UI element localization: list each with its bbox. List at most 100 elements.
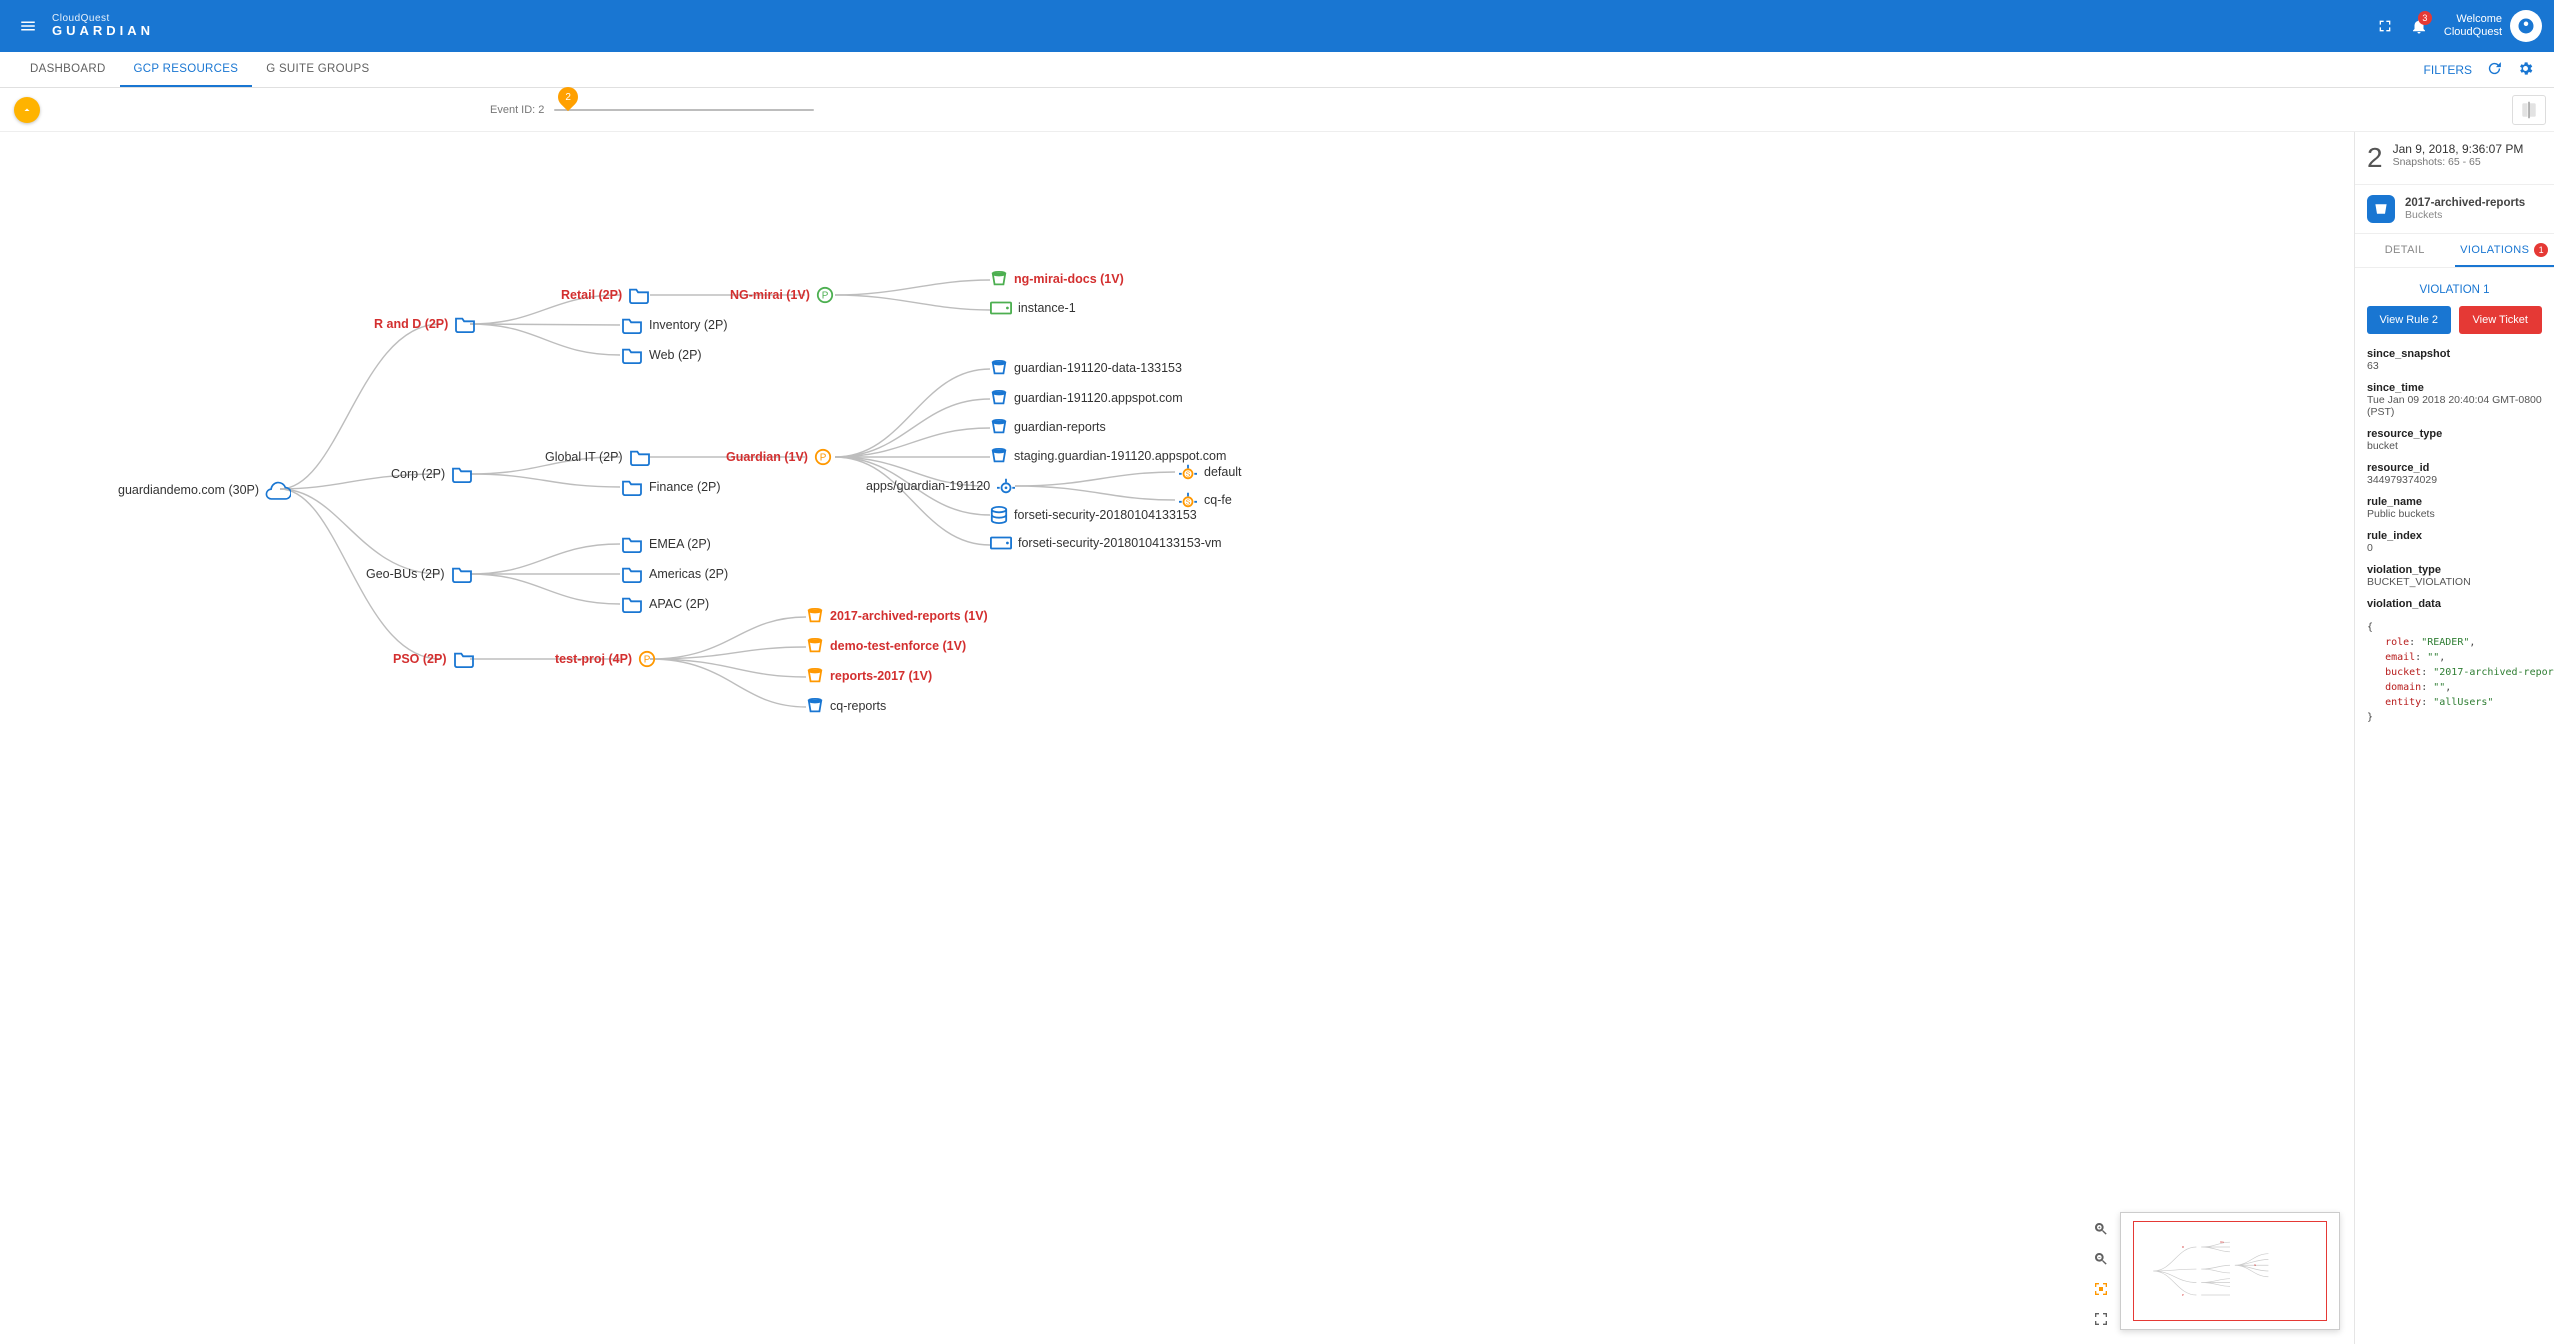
- node-guardian-reports[interactable]: guardian-reports: [990, 419, 1106, 435]
- node-cq-reports[interactable]: cq-reports: [806, 698, 886, 714]
- notifications-button[interactable]: 3: [2402, 9, 2436, 43]
- node-label: guardian-191120-data-133153: [1014, 361, 1182, 375]
- snapshot-count: 2: [2367, 142, 2383, 174]
- field-value: 344979374029: [2367, 474, 2542, 486]
- node-reports-2017[interactable]: reports-2017 (1V): [806, 668, 932, 684]
- field-value: Tue Jan 09 2018 20:40:04 GMT-0800 (PST): [2367, 394, 2542, 418]
- zoom-out-button[interactable]: [2090, 1248, 2112, 1270]
- node-service-cqfe[interactable]: S cq-fe: [1178, 491, 1232, 509]
- node-geo-bus[interactable]: Geo-BUs (2P): [366, 565, 473, 583]
- fullscreen-button[interactable]: [2368, 9, 2402, 43]
- menu-button[interactable]: [12, 10, 44, 42]
- refresh-button[interactable]: [2486, 60, 2503, 80]
- field-key: rule_index: [2367, 530, 2542, 542]
- compare-snapshot-button[interactable]: [2512, 95, 2546, 125]
- node-test-proj[interactable]: P test-proj (4P): [555, 650, 656, 668]
- node-guardian-staging[interactable]: staging.guardian-191120.appspot.com: [990, 448, 1226, 464]
- node-ng-mirai-docs[interactable]: ng-mirai-docs (1V): [990, 271, 1124, 287]
- cloud-icon: [265, 480, 291, 500]
- collapse-tree-button[interactable]: [14, 97, 40, 123]
- node-finance[interactable]: Finance (2P): [621, 478, 721, 496]
- node-label: guardian-191120.appspot.com: [1014, 391, 1183, 405]
- node-label: R and D (2P): [374, 317, 448, 331]
- node-service-default[interactable]: S default: [1178, 463, 1242, 481]
- minimap-viewport[interactable]: RP ReG: [2133, 1221, 2327, 1321]
- fit-screen-button[interactable]: [2090, 1308, 2112, 1330]
- node-label: 2017-archived-reports (1V): [830, 609, 988, 623]
- bucket-icon: [806, 668, 824, 684]
- bucket-icon: [806, 638, 824, 654]
- event-slider[interactable]: 2: [554, 109, 814, 111]
- tab-gcp-resources[interactable]: GCP RESOURCES: [120, 52, 253, 87]
- detail-tab-violations[interactable]: VIOLATIONS 1: [2455, 234, 2554, 267]
- field-key: resource_id: [2367, 462, 2542, 474]
- node-americas[interactable]: Americas (2P): [621, 565, 728, 583]
- fullscreen-icon: [2377, 18, 2393, 34]
- zoom-out-icon: [2093, 1251, 2109, 1267]
- view-ticket-button[interactable]: View Ticket: [2459, 306, 2543, 334]
- user-avatar[interactable]: [2510, 10, 2542, 42]
- field-key: violation_data: [2367, 598, 2542, 610]
- node-label: instance-1: [1018, 301, 1076, 315]
- violations-count-badge: 1: [2534, 243, 2548, 257]
- view-rule-button[interactable]: View Rule 2: [2367, 306, 2451, 334]
- node-web[interactable]: Web (2P): [621, 346, 702, 364]
- node-instance-1[interactable]: instance-1: [990, 301, 1076, 315]
- node-r-and-d[interactable]: R and D (2P): [374, 315, 476, 333]
- node-emea[interactable]: EMEA (2P): [621, 535, 711, 553]
- node-ng-mirai[interactable]: P NG-mirai (1V): [730, 286, 834, 304]
- node-apac[interactable]: APAC (2P): [621, 595, 709, 613]
- zoom-in-icon: [2093, 1221, 2109, 1237]
- field-value: Public buckets: [2367, 508, 2542, 520]
- node-org-root[interactable]: guardiandemo.com (30P): [118, 480, 291, 500]
- node-guardian-appspot[interactable]: guardian-191120.appspot.com: [990, 390, 1183, 406]
- event-id-label: Event ID: 2: [490, 104, 544, 116]
- notifications-badge: 3: [2418, 11, 2432, 25]
- event-toolbar: Event ID: 2 2: [0, 88, 2554, 132]
- node-apps-guardian[interactable]: apps/guardian-191120: [866, 477, 1016, 495]
- node-label: staging.guardian-191120.appspot.com: [1014, 449, 1226, 463]
- node-guardian-data[interactable]: guardian-191120-data-133153: [990, 360, 1182, 376]
- zoom-in-button[interactable]: [2090, 1218, 2112, 1240]
- svg-text:S: S: [1186, 498, 1191, 507]
- node-label: Web (2P): [649, 348, 702, 362]
- detail-panel: 2 Jan 9, 2018, 9:36:07 PM Snapshots: 65 …: [2354, 132, 2554, 1344]
- detail-tab-violations-label: VIOLATIONS: [2460, 244, 2529, 256]
- node-2017-archived[interactable]: 2017-archived-reports (1V): [806, 608, 988, 624]
- node-demo-enforce[interactable]: demo-test-enforce (1V): [806, 638, 966, 654]
- tab-gsuite-groups[interactable]: G SUITE GROUPS: [252, 52, 383, 87]
- node-guardian[interactable]: P Guardian (1V): [726, 448, 832, 466]
- event-slider-pin[interactable]: 2: [554, 83, 582, 111]
- node-label: default: [1204, 465, 1242, 479]
- bucket-icon: [806, 608, 824, 624]
- filters-link[interactable]: FILTERS: [2424, 63, 2472, 77]
- minimap[interactable]: RP ReG: [2120, 1212, 2340, 1330]
- settings-button[interactable]: [2517, 60, 2534, 80]
- node-global-it[interactable]: Global IT (2P): [545, 448, 651, 466]
- brand-bottom: GUARDIAN: [52, 24, 154, 38]
- node-retail[interactable]: Retail (2P): [561, 286, 650, 304]
- folder-icon: [453, 650, 475, 668]
- project-icon: P: [816, 286, 834, 304]
- node-forseti-vm[interactable]: forseti-security-20180104133153-vm: [990, 536, 1222, 550]
- violation-data-json: { role: "READER", email: "", bucket: "20…: [2367, 620, 2542, 725]
- field-key: since_time: [2367, 382, 2542, 394]
- node-label: NG-mirai (1V): [730, 288, 810, 302]
- node-label: reports-2017 (1V): [830, 669, 932, 683]
- node-label: test-proj (4P): [555, 652, 632, 666]
- detail-tab-detail[interactable]: DETAIL: [2355, 234, 2455, 267]
- tree-canvas[interactable]: guardiandemo.com (30P) R and D (2P) Corp…: [0, 132, 2354, 1344]
- node-inventory[interactable]: Inventory (2P): [621, 316, 728, 334]
- folder-icon: [629, 448, 651, 466]
- node-forseti-db[interactable]: forseti-security-20180104133153: [990, 506, 1197, 524]
- fit-to-selection-button[interactable]: [2090, 1278, 2112, 1300]
- node-label: Inventory (2P): [649, 318, 728, 332]
- node-label: guardian-reports: [1014, 420, 1106, 434]
- folder-icon: [621, 535, 643, 553]
- tab-dashboard[interactable]: DASHBOARD: [16, 52, 120, 87]
- refresh-icon: [2486, 60, 2503, 77]
- node-corp[interactable]: Corp (2P): [391, 465, 473, 483]
- node-pso[interactable]: PSO (2P): [393, 650, 475, 668]
- brand-logo: CloudQuest GUARDIAN: [52, 13, 154, 38]
- folder-icon: [451, 565, 473, 583]
